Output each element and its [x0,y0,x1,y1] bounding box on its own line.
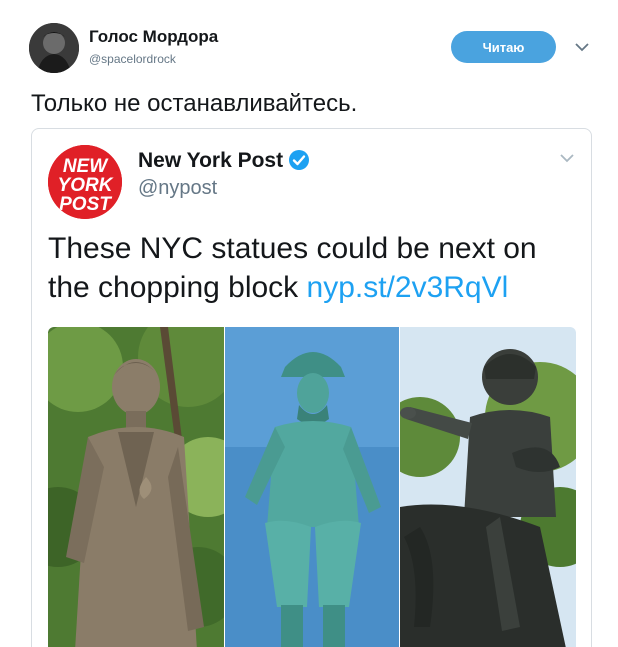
logo-word-3: POST [59,194,112,215]
user-name[interactable]: Голос Мордора [89,27,218,47]
quoted-tweet-card[interactable]: NEW YORK POST New York Post @nypost Thes… [31,128,592,647]
tweet-text: Только не останавливайтесь. [31,90,358,117]
quoted-tweet-text: These NYC statues could be next on the c… [48,229,578,307]
avatar[interactable] [29,23,79,73]
statue-photo-1 [48,327,224,647]
logo-word-2: YORK [58,175,114,196]
chevron-down-icon[interactable] [574,40,590,52]
verified-badge-icon [288,149,310,171]
chevron-down-icon[interactable] [559,151,575,163]
follow-button[interactable]: Читаю [451,31,556,63]
nyp-logo[interactable]: NEW YORK POST [48,145,122,219]
statue-photo-2 [225,327,399,647]
quoted-user-handle[interactable]: @nypost [138,177,217,200]
logo-word-1: NEW [63,156,109,177]
media-image[interactable] [48,327,576,647]
tweet-header: Голос Мордора @spacelordrock Читаю [0,0,618,86]
quoted-tweet-link[interactable]: nyp.st/2v3RqVl [307,271,509,304]
statue-photo-3 [400,327,576,647]
user-handle[interactable]: @spacelordrock [89,52,176,66]
quoted-user-name[interactable]: New York Post [138,149,283,173]
